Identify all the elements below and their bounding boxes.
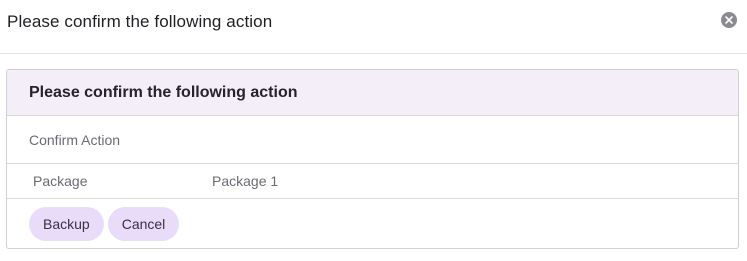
modal-title: Please confirm the following action	[7, 12, 273, 31]
confirm-panel: Please confirm the following action Conf…	[6, 69, 739, 249]
backup-button[interactable]: Backup	[29, 207, 104, 241]
action-bar: Backup Cancel	[7, 199, 738, 248]
panel-header: Please confirm the following action	[7, 70, 738, 116]
table-row: Package Package 1	[7, 164, 738, 199]
row-value: Package 1	[212, 173, 279, 189]
cancel-button[interactable]: Cancel	[107, 207, 180, 241]
section-label: Confirm Action	[29, 131, 121, 148]
modal-header: Please confirm the following action	[0, 0, 747, 54]
section-label-row: Confirm Action	[7, 116, 738, 164]
row-key: Package	[33, 173, 88, 189]
panel-title: Please confirm the following action	[29, 83, 298, 101]
close-icon[interactable]	[721, 12, 737, 28]
